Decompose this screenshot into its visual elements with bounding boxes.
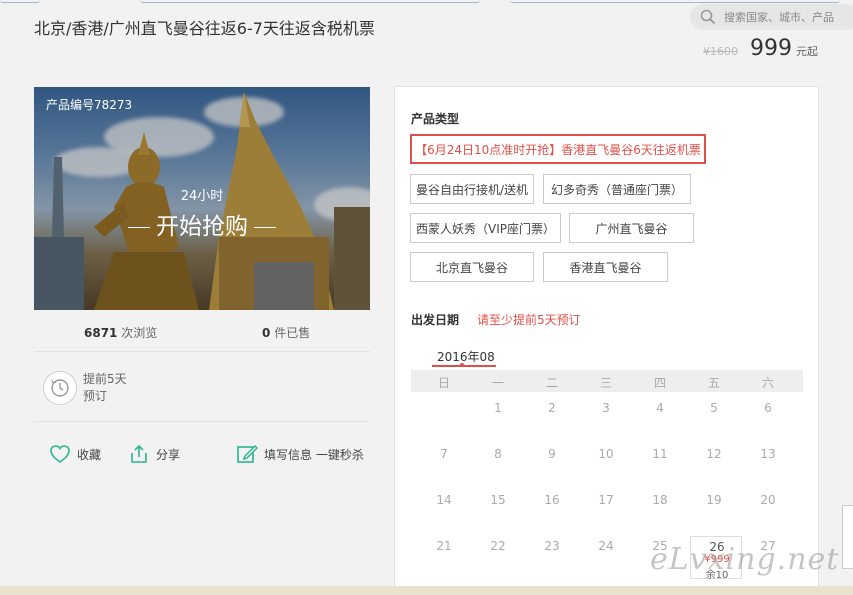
calendar-day: 14 [436, 493, 452, 507]
favorite-label: 收藏 [77, 447, 102, 462]
divider [34, 351, 370, 352]
page-title: 北京/香港/广州直飞曼谷往返6-7天往返含税机票 [34, 19, 375, 38]
calendar-day: 17 [598, 493, 614, 507]
calendar-day: 21 [436, 539, 452, 553]
views-label: 次浏览 [121, 326, 158, 340]
top-tab-edge [0, 0, 40, 3]
product-type-heading: 产品类型 [411, 112, 460, 126]
calendar-day: 3 [602, 401, 610, 415]
calendar-day: 7 [440, 447, 448, 461]
product-option[interactable]: 曼谷自由行接机/送机 [410, 174, 534, 204]
views-count: 6871 [84, 326, 118, 340]
countdown-label: 24小时 [180, 189, 224, 204]
watermark: eLvxing.net [650, 542, 840, 577]
advance-booking: 提前5天 预订 [43, 371, 127, 405]
search-icon [700, 9, 716, 25]
product-option[interactable]: 幻多奇秀（普通座门票） [543, 174, 691, 204]
month-tab-marker [460, 363, 464, 367]
bottom-strip [0, 586, 853, 595]
product-number: 产品编号78273 [46, 98, 133, 112]
weekday-label: 二 [545, 376, 558, 390]
calendar-day: 1 [494, 401, 502, 415]
calendar-day: 22 [490, 539, 506, 553]
calendar-day: 8 [494, 447, 502, 461]
departure-hint: 请至少提前5天预订 [477, 313, 581, 327]
calendar-day: 4 [656, 401, 664, 415]
price-unit: 元起 [796, 45, 818, 58]
product-option[interactable]: 北京直飞曼谷 [410, 252, 534, 282]
product-option[interactable]: 香港直飞曼谷 [543, 252, 668, 282]
heart-icon [50, 445, 70, 463]
calendar-day: 2 [548, 401, 556, 415]
weekday-label: 五 [707, 376, 720, 390]
calendar-day: 19 [706, 493, 722, 507]
top-edge [0, 0, 853, 3]
search-input[interactable] [724, 10, 853, 24]
weekday-label: 六 [761, 376, 774, 390]
top-tab-edge [510, 0, 840, 3]
calendar-day: 6 [764, 401, 772, 415]
share-button[interactable]: 分享 [128, 443, 180, 465]
top-tab-edge [140, 0, 480, 3]
calendar-day: 13 [760, 447, 776, 461]
product-option[interactable]: 【6月24日10点准时开抢】香港直飞曼谷6天往返机票 [410, 134, 706, 164]
calendar-day: 24 [598, 539, 614, 553]
current-price: 999 [750, 36, 792, 61]
side-float-tab[interactable] [842, 505, 853, 569]
product-option[interactable]: 西蒙人妖秀（VIP座门票） [410, 213, 561, 243]
favorite-button[interactable]: 收藏 [49, 443, 101, 465]
weekday-label: 一 [491, 376, 504, 390]
sold-stat: 0 件已售 [262, 324, 310, 341]
calendar-day: 12 [706, 447, 722, 461]
product-option[interactable]: 广州直飞曼谷 [569, 213, 694, 243]
weekday-label: 四 [653, 376, 666, 390]
price-block: ¥1600 999 元起 [703, 36, 818, 61]
fill-info-label: 填写信息 一键秒杀 [264, 447, 364, 462]
advance-line2: 预订 [83, 389, 108, 403]
product-image[interactable]: 产品编号78273 24小时 开始抢购 [34, 87, 370, 310]
edit-icon [237, 444, 258, 463]
original-price: ¥1600 [703, 45, 738, 58]
weekday-label: 日 [437, 376, 450, 390]
divider [34, 421, 370, 422]
sale-headline-text: 开始抢购 [156, 214, 248, 240]
views-stat: 6871 次浏览 [84, 324, 157, 341]
month-tab-underline [432, 365, 496, 367]
calendar-day: 16 [544, 493, 560, 507]
clock-icon [43, 371, 77, 405]
weekday-label: 三 [599, 376, 612, 390]
search-box[interactable] [690, 4, 853, 30]
fill-info-button[interactable]: 填写信息 一键秒杀 [236, 443, 364, 465]
share-icon [131, 444, 147, 463]
calendar-day: 18 [652, 493, 668, 507]
calendar-day: 15 [490, 493, 506, 507]
calendar-day: 10 [598, 447, 614, 461]
booking-panel: 产品类型 【6月24日10点准时开抢】香港直飞曼谷6天往返机票 曼谷自由行接机/… [394, 86, 819, 595]
calendar-month-tab[interactable]: 2016年08 [437, 348, 495, 365]
departure-heading: 出发日期 [411, 313, 460, 327]
share-label: 分享 [156, 447, 181, 462]
calendar-day: 5 [710, 401, 718, 415]
calendar-day: 11 [652, 447, 668, 461]
calendar-day: 9 [548, 447, 556, 461]
advance-line1: 提前5天 [83, 372, 127, 386]
sold-count: 0 [262, 326, 271, 340]
sale-headline: 开始抢购 [34, 207, 370, 241]
sold-label: 件已售 [274, 326, 311, 340]
calendar-day: 20 [760, 493, 776, 507]
calendar-day: 23 [544, 539, 560, 553]
